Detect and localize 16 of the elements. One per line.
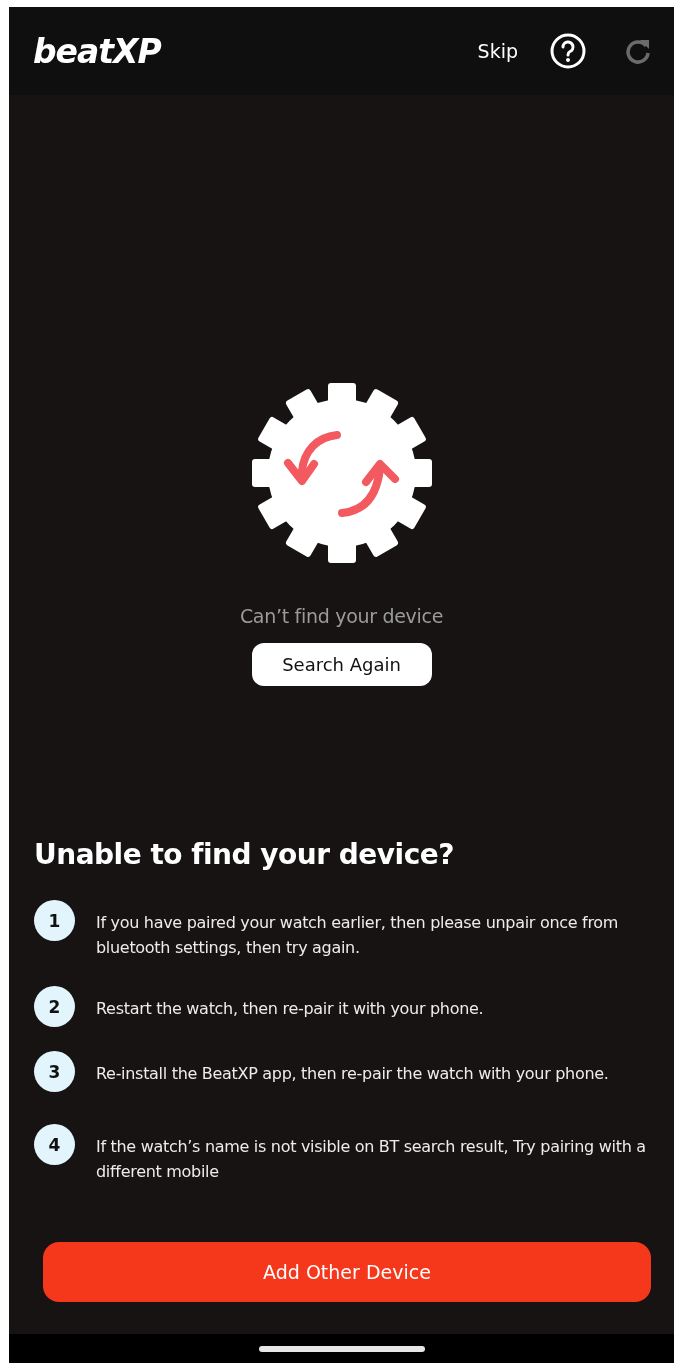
help-heading: Unable to find your device? [34,838,455,871]
step-number: 1 [34,900,75,941]
status-message: Can’t find your device [239,605,444,627]
step-text: If the watch’s name is not visible on BT search result, Try pairing with a different mobile [96,1136,647,1183]
skip-button[interactable]: Skip [477,40,518,62]
step-text: Restart the watch, then re-pair it with your phone. [96,998,485,1020]
home-indicator[interactable] [258,1345,425,1352]
step-number: 3 [34,1051,75,1092]
add-device-button[interactable]: Add Other Device [43,1242,651,1302]
search-again-button[interactable]: Search Again [251,643,432,686]
step-number: 2 [34,986,75,1027]
step-text: If you have paired your watch earlier, then please unpair once from bluetooth settings, then try again. [96,912,620,959]
step-text: Re-install the BeatXP app, then re-pair the watch with your phone. [96,1063,610,1085]
help-icon[interactable] [550,33,586,69]
brand-logo: beatXP [33,31,161,71]
step-number: 4 [34,1124,75,1165]
